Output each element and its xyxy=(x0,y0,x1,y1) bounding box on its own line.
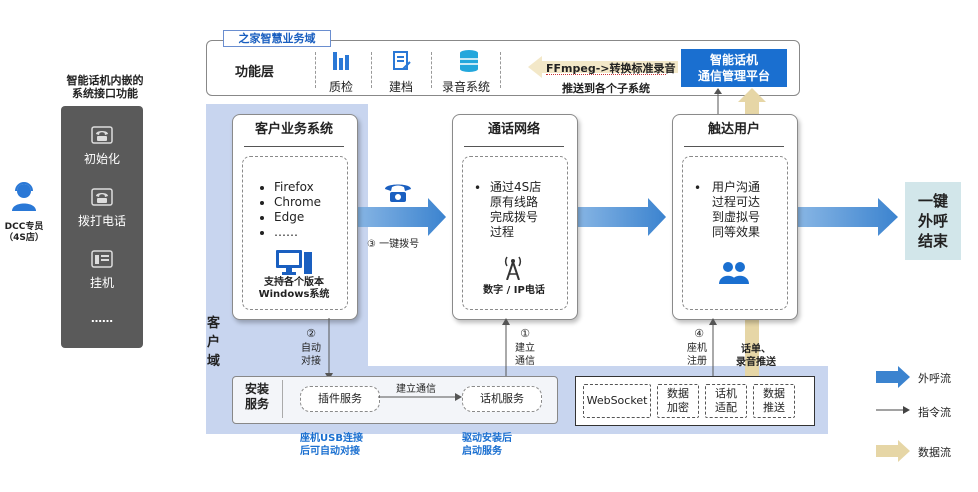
usb-note: 座机USB连接 后可自动对接 xyxy=(300,433,363,457)
plugin-service-box: 插件服务 xyxy=(300,386,380,412)
database-icon xyxy=(460,50,478,72)
computer-icon xyxy=(276,250,312,275)
phone-icon xyxy=(61,188,143,210)
module-divider xyxy=(431,52,432,88)
windows-support-note: 支持各个版本 Windows系统 xyxy=(258,277,330,300)
ffmpeg-underline xyxy=(546,74,666,75)
user-icon xyxy=(12,182,36,211)
legend-data-arrow xyxy=(876,440,910,462)
step3-text: 一键拨号 xyxy=(379,239,420,250)
interface-function-item: 初始化 xyxy=(61,126,143,188)
module-label-recording: 录音系统 xyxy=(442,80,491,94)
module-label-qc: 质检 xyxy=(329,80,354,94)
legend-data-label: 数据流 xyxy=(918,446,951,459)
call-network-desc: 通过4S店 原有线路 完成拨号 过程 xyxy=(490,180,542,239)
interface-function-label: 初始化 xyxy=(83,152,120,166)
step1-number: ① xyxy=(520,327,530,340)
browser-item: Edge xyxy=(274,210,321,225)
browser-item: Chrome xyxy=(274,195,321,210)
driver-note: 驱动安装后 启动服务 xyxy=(462,433,512,457)
function-list: 初始化 拨打电话 挂机 xyxy=(61,126,143,312)
websocket-box: WebSocket xyxy=(583,384,651,418)
comm-platform-box: 智能话机 通信管理平台 xyxy=(681,49,787,87)
call-network-divider xyxy=(464,146,564,147)
more-functions: …… xyxy=(91,312,113,325)
step3-number: ③ xyxy=(367,239,376,250)
antenna-icon xyxy=(504,256,522,280)
reach-user-bullet: • xyxy=(694,181,702,195)
module-label-archive: 建档 xyxy=(389,80,414,94)
install-service-label: 安装 服务 xyxy=(244,382,269,411)
phone-adapt-box: 话机 适配 xyxy=(705,384,747,418)
one-click-end-box: 一键 外呼 结束 xyxy=(905,182,961,260)
users-icon xyxy=(719,262,749,284)
push-to-subsystems: 推送到各个子系统 xyxy=(562,82,650,95)
phone-icon xyxy=(61,126,143,148)
call-flow-arrow xyxy=(332,198,898,236)
interface-function-label: 挂机 xyxy=(89,276,114,290)
user-label: DCC专员 （4S店） xyxy=(4,222,44,243)
step1-label: 建立 通信 xyxy=(515,343,535,367)
module-divider xyxy=(500,52,501,88)
legend-command-label: 指令流 xyxy=(918,406,951,419)
command-arrow-up xyxy=(714,88,722,114)
step2-number: ② xyxy=(306,327,316,340)
customer-system-divider xyxy=(244,146,344,147)
customer-system-title: 客户业务系统 xyxy=(254,122,333,137)
phone-service-box: 话机服务 xyxy=(462,386,542,412)
left-panel-title: 智能话机内嵌的 系统接口功能 xyxy=(66,74,144,100)
interface-function-label: 拨打电话 xyxy=(77,214,126,228)
step3-label: ③ 一键拨号 xyxy=(367,235,419,250)
interface-function-item: 挂机 xyxy=(61,250,143,312)
step2-label: 自动 对接 xyxy=(301,343,321,367)
install-divider xyxy=(282,380,283,418)
call-network-title: 通话网络 xyxy=(487,122,540,137)
module-divider xyxy=(371,52,372,88)
digital-ip-phone-label: 数字 / IP电话 xyxy=(483,285,545,296)
browser-item: Firefox xyxy=(274,180,321,195)
step4-label: 座机 注册 xyxy=(687,343,707,367)
record-push-label: 话单、 录音推送 xyxy=(736,344,776,368)
establish-comm-label: 建立通信 xyxy=(396,384,436,395)
step4-number: ④ xyxy=(694,327,704,340)
command-arrow-down xyxy=(325,318,333,380)
data-encryption-box: 数据 加密 xyxy=(657,384,699,418)
reach-user-divider xyxy=(684,146,784,147)
legend-command-arrow xyxy=(876,406,910,414)
interface-function-item: 拨打电话 xyxy=(61,188,143,250)
data-push-box: 数据 推送 xyxy=(753,384,795,418)
business-domain-tag: 之家智慧业务域 xyxy=(223,30,331,47)
chart-icon xyxy=(333,52,349,70)
call-network-bullet: • xyxy=(474,181,482,195)
hangup-icon xyxy=(61,250,143,272)
client-domain-label: 客 户 域 xyxy=(207,316,221,369)
telephone-icon xyxy=(385,184,411,202)
reach-user-desc: 用户沟通 过程可达 到虚拟号 同等效果 xyxy=(712,180,761,239)
reach-user-title: 触达用户 xyxy=(707,122,760,137)
document-icon xyxy=(393,51,411,70)
legend-outbound-arrow xyxy=(876,366,910,388)
browser-item: …… xyxy=(274,225,321,240)
layer-divider xyxy=(315,52,316,88)
function-layer-label: 功能层 xyxy=(235,65,275,80)
legend-outbound-label: 外呼流 xyxy=(918,372,951,385)
browser-list: Firefox Chrome Edge …… xyxy=(256,180,321,240)
